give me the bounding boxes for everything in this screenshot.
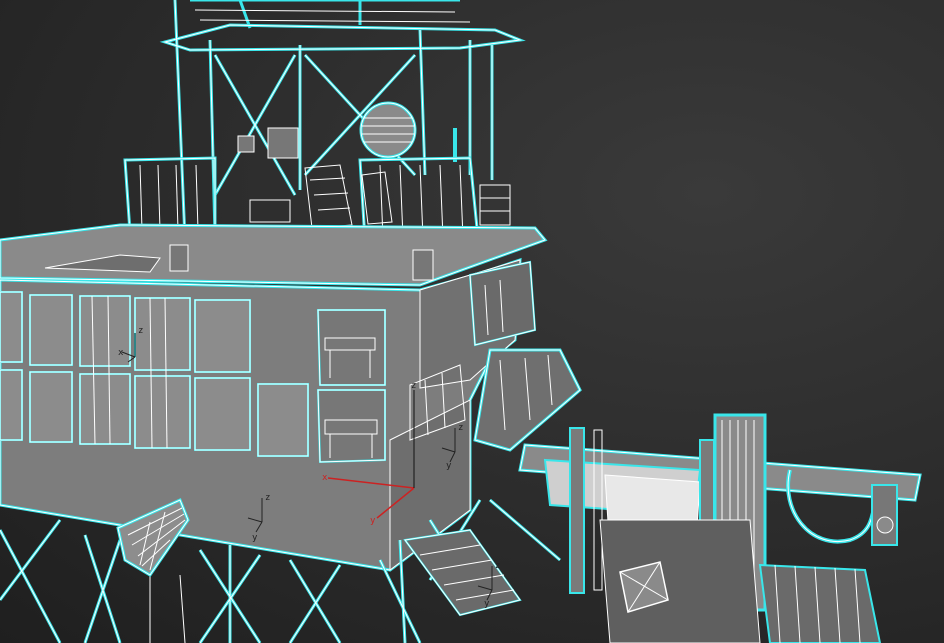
gizmo-z-label: z bbox=[495, 561, 500, 571]
gizmo-z-label: z bbox=[138, 326, 143, 336]
gizmo-z-label: z bbox=[458, 423, 463, 433]
upper-tower[interactable] bbox=[159, 0, 526, 241]
scene-render: x y z z x z y z y z y bbox=[0, 0, 922, 643]
gizmo-y-label: y bbox=[484, 599, 490, 609]
gizmo-z-label: z bbox=[265, 493, 270, 503]
gizmo-z-label: z bbox=[411, 381, 416, 391]
upper-tower-inner bbox=[163, 0, 522, 241]
gizmo-y-label: y bbox=[446, 461, 452, 471]
right-walkway[interactable] bbox=[473, 348, 582, 452]
stairway[interactable] bbox=[403, 528, 522, 617]
gizmo-y-label: y bbox=[370, 516, 376, 526]
cabin-roof[interactable] bbox=[0, 223, 548, 287]
gizmo-x-label: x bbox=[118, 348, 124, 358]
gizmo-x-label: x bbox=[322, 473, 328, 483]
3d-viewport[interactable]: x y z z x z y z y z y bbox=[0, 0, 944, 643]
gizmo-y-label: y bbox=[252, 533, 258, 543]
